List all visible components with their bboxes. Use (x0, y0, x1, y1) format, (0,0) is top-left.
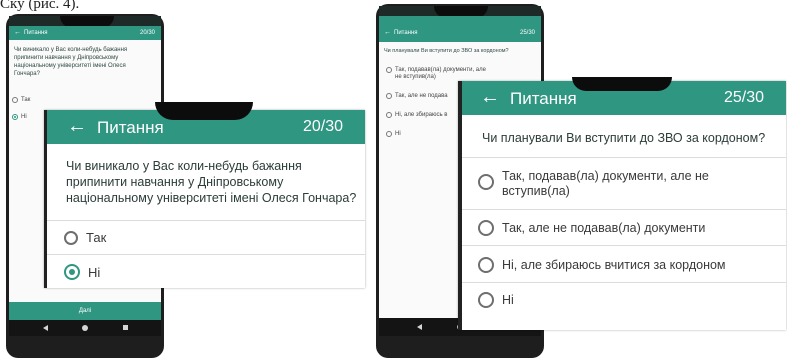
screen-title: Питання (394, 30, 418, 36)
option-line-1: Так, подавав(ла) документи, але не (502, 169, 709, 183)
option-label: Так (21, 97, 31, 103)
option-tak[interactable]: Так (64, 230, 106, 245)
option-label: Ні, але збираюсь в (395, 112, 448, 118)
option-1[interactable]: Так, але не подавав(ла) документи (478, 220, 705, 236)
back-arrow-icon[interactable]: ← (480, 86, 500, 109)
screen-title: Питання (97, 118, 164, 137)
question-text: Чи виникало у Вас коли-небудь бажання пр… (66, 158, 356, 206)
divider (47, 254, 365, 255)
nav-recent-icon[interactable] (123, 325, 128, 330)
option-label: Ні (502, 293, 514, 307)
next-button-label: Далі (78, 308, 92, 314)
question-text: Чи планували Ви вступити до ЗВО за кордо… (384, 48, 509, 54)
option-label: Ні, але збираюсь вчитися за кордоном (502, 258, 726, 272)
left-zoom-card: ← Питання 20/30 Чи виникало у Вас коли-н… (44, 102, 365, 288)
option-line-2: вступив(ла) (502, 184, 570, 198)
question-line-1: Чи виникало у Вас коли-небудь бажання (66, 159, 302, 173)
divider (47, 220, 365, 221)
option-0[interactable]: Так, подавав(ла) документи, але не вступ… (386, 67, 486, 81)
radio-unselected-icon[interactable] (478, 220, 494, 236)
option-label: Так, але не подава (395, 93, 448, 99)
nav-home-icon[interactable] (82, 325, 88, 331)
option-3[interactable]: Ні (478, 292, 514, 308)
radio-unselected-icon[interactable] (478, 174, 494, 190)
radio-unselected-icon[interactable] (64, 230, 78, 245)
next-button[interactable]: Далі (9, 302, 161, 320)
option-label: Так, подавав(ла) документи, але не вступ… (395, 67, 486, 80)
question-counter: 25/30 (519, 30, 535, 36)
option-ni[interactable]: Ні (64, 264, 100, 280)
divider (462, 282, 786, 283)
question-line-2: припинити навчання у Дніпровському (66, 175, 284, 189)
option-1[interactable]: Так, але не подава (386, 93, 448, 100)
question-counter: 25/30 (723, 89, 764, 106)
question-counter: 20/30 (139, 30, 155, 36)
option-label: Ні (395, 131, 401, 137)
zoom-notch (572, 77, 672, 91)
option-3[interactable]: Ні (386, 131, 401, 138)
option-2[interactable]: Ні, але збираюсь вчитися за кордоном (478, 257, 726, 273)
option-label: Так, подавав(ла) документи, але не вступ… (502, 169, 709, 199)
question-line-3: національному університеті імені Олеся Г… (66, 191, 357, 205)
radio-unselected-icon[interactable] (12, 97, 18, 103)
right-zoom-card: ← Питання 25/30 Чи планували Ви вступити… (458, 77, 786, 330)
radio-selected-icon[interactable] (12, 114, 18, 120)
radio-unselected-icon[interactable] (478, 292, 494, 308)
option-label: Ні (21, 114, 27, 120)
back-arrow-icon[interactable]: ← (67, 115, 87, 138)
nav-back-icon[interactable] (43, 325, 48, 331)
question-text: Чи виникало у Вас коли-небудь бажання пр… (14, 47, 128, 77)
option-label: Ні (88, 264, 101, 280)
left-phone-appbar: ← Питання 20/30 (9, 26, 161, 40)
option-ni[interactable]: Ні (12, 114, 27, 121)
radio-unselected-icon[interactable] (386, 131, 392, 137)
question-counter: 20/30 (303, 118, 343, 136)
back-arrow-icon[interactable]: ← (384, 29, 391, 36)
divider (462, 157, 786, 158)
zoom-notch (155, 102, 253, 120)
radio-unselected-icon[interactable] (386, 112, 392, 118)
counter-value: 20/30 (302, 118, 343, 135)
divider (462, 245, 786, 246)
radio-unselected-icon[interactable] (386, 93, 392, 99)
option-label: Так, але не подавав(ла) документи (502, 221, 706, 235)
radio-selected-icon[interactable] (64, 264, 80, 280)
divider (462, 209, 786, 210)
page-top-text: Ску (рис. 4). (0, 0, 80, 12)
option-tak[interactable]: Так (12, 97, 30, 104)
screen-title: Питання (24, 30, 48, 36)
radio-unselected-icon[interactable] (478, 257, 494, 273)
screen-title: Питання (510, 89, 577, 108)
right-phone-appbar: ← Питання 25/30 (379, 16, 541, 42)
radio-unselected-icon[interactable] (386, 67, 392, 73)
question-text: Чи планували Ви вступити до ЗВО за кордо… (482, 131, 766, 145)
option-label: Так (86, 230, 107, 245)
nav-back-icon[interactable] (417, 324, 422, 330)
left-nav-bar (9, 320, 161, 336)
back-arrow-icon[interactable]: ← (14, 29, 21, 36)
option-0[interactable]: Так, подавав(ла) документи, але не вступ… (478, 169, 709, 199)
option-2[interactable]: Ні, але збираюсь в (386, 112, 447, 119)
